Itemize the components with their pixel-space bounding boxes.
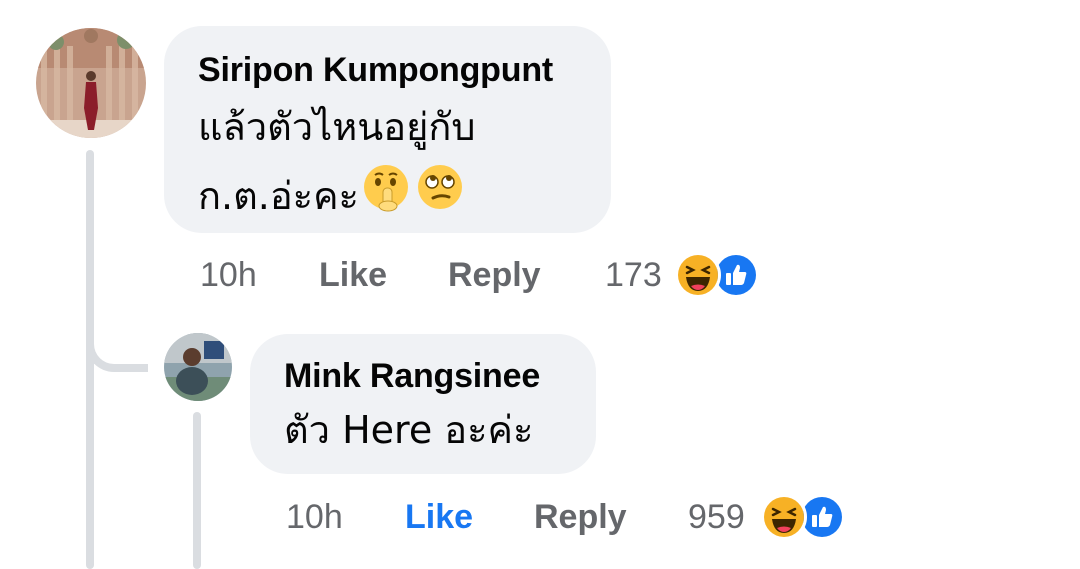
comment-text: ตัว Here อะค่ะ <box>284 408 534 452</box>
comment-text-line: แล้วตัวไหนอยู่กับ <box>198 105 476 149</box>
reaction-count[interactable]: 173 <box>605 256 662 295</box>
reply-thread-line <box>193 412 201 569</box>
reaction-count[interactable]: 959 <box>688 498 745 537</box>
reaction-icons[interactable] <box>761 494 845 540</box>
like-button[interactable]: Like <box>319 256 387 295</box>
face-with-rolling-eyes-icon <box>415 162 465 230</box>
comment-actions: 10h Like Reply 959 <box>286 492 886 542</box>
comment-author[interactable]: Mink Rangsinee <box>284 354 562 398</box>
comment-text-line: ก.ต.อ่ะคะ <box>198 162 577 230</box>
reply-button[interactable]: Reply <box>448 256 541 295</box>
comment-bubble: Mink Rangsinee ตัว Here อะค่ะ <box>250 334 596 474</box>
comment-timestamp[interactable]: 10h <box>200 256 257 295</box>
comment-actions: 10h Like Reply 173 <box>200 250 800 300</box>
comment-bubble: Siripon Kumpongpunt แล้วตัวไหนอยู่กับ ก.… <box>164 26 611 233</box>
comment-timestamp[interactable]: 10h <box>286 498 343 537</box>
like-button[interactable]: Like <box>405 498 473 537</box>
shushing-face-icon <box>361 162 411 230</box>
comment-text-fragment: ก.ต.อ่ะคะ <box>198 174 359 218</box>
haha-icon <box>675 252 721 298</box>
haha-icon <box>761 494 807 540</box>
avatar[interactable] <box>164 333 232 401</box>
comment-author[interactable]: Siripon Kumpongpunt <box>198 48 577 92</box>
avatar[interactable] <box>36 28 146 138</box>
reply-button[interactable]: Reply <box>534 498 627 537</box>
reaction-icons[interactable] <box>675 252 759 298</box>
reply-connector <box>86 300 148 372</box>
